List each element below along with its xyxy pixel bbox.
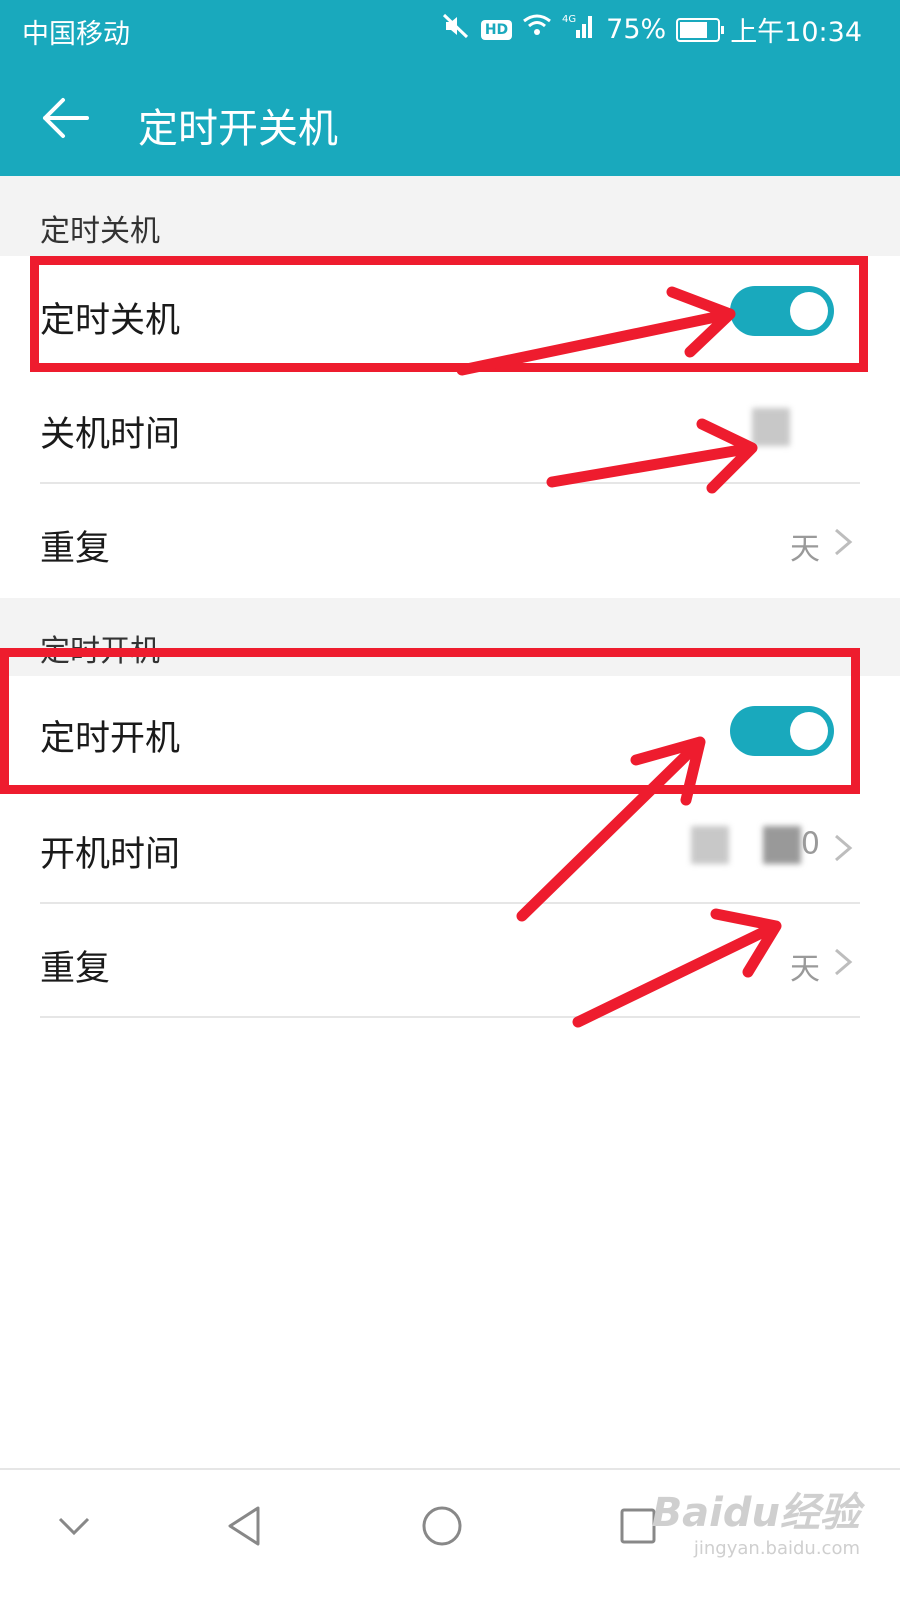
chevron-right-icon — [835, 948, 853, 976]
carrier-name: 中国移动 — [22, 19, 130, 50]
startup-time-row[interactable]: 开机时间 0 — [0, 790, 900, 904]
signal-icon: 4G — [562, 12, 596, 47]
section-header-shutdown: 定时关机 — [0, 176, 900, 256]
shutdown-repeat-row[interactable]: 重复 天 — [0, 484, 900, 598]
battery-fill — [680, 21, 708, 38]
shutdown-repeat-label: 重复 — [40, 529, 111, 569]
annotation-highlight-shutdown — [30, 256, 868, 372]
wifi-icon — [522, 13, 552, 46]
blurred-value — [752, 408, 790, 446]
status-bar: 中国移动 HD 4G 75% 上午10:34 — [0, 0, 900, 60]
nav-home-button[interactable] — [412, 1496, 472, 1556]
mute-icon — [441, 11, 471, 48]
watermark-main: Baidu经验 — [651, 1490, 860, 1536]
shutdown-time-row[interactable]: 关机时间 — [0, 370, 900, 484]
chevron-right-icon — [835, 528, 853, 556]
startup-time-value: 0 — [667, 826, 820, 864]
shutdown-time-label: 关机时间 — [40, 415, 181, 455]
arrow-left-icon — [43, 98, 89, 138]
chevron-right-icon — [835, 834, 853, 862]
home-circle-icon — [422, 1506, 462, 1546]
back-triangle-icon — [228, 1506, 260, 1546]
battery-percent: 75% — [606, 14, 667, 45]
startup-time-tail: 0 — [800, 826, 820, 862]
battery-icon — [676, 17, 725, 42]
startup-repeat-row[interactable]: 重复 天 — [0, 904, 900, 1018]
blurred-value — [762, 826, 801, 864]
startup-repeat-value: 天 — [790, 952, 820, 987]
section-header-label: 定时关机 — [40, 214, 160, 249]
nav-back-button[interactable] — [214, 1496, 274, 1556]
chevron-down-icon — [58, 1517, 90, 1536]
system-nav-bar: Baidu经验 jingyan.baidu.com — [0, 1468, 900, 1602]
row-divider — [40, 1016, 860, 1018]
annotation-highlight-startup — [0, 648, 860, 794]
startup-repeat-label: 重复 — [40, 949, 111, 989]
hide-nav-button[interactable] — [44, 1496, 104, 1556]
page-title: 定时开关机 — [138, 106, 338, 152]
svg-text:4G: 4G — [562, 14, 576, 25]
clock: 上午10:34 — [730, 17, 862, 48]
status-icons: HD 4G 75% 上午10:34 — [441, 10, 862, 49]
startup-time-label: 开机时间 — [40, 835, 181, 875]
top-bar: 中国移动 HD 4G 75% 上午10:34 定时开关机 — [0, 0, 900, 176]
shutdown-repeat-value: 天 — [790, 532, 820, 567]
hd-icon: HD — [480, 19, 513, 40]
watermark-sub: jingyan.baidu.com — [693, 1538, 860, 1559]
blurred-value — [691, 826, 730, 864]
baidu-watermark: Baidu经验 jingyan.baidu.com — [652, 1480, 860, 1559]
shutdown-time-value — [728, 408, 790, 446]
app-bar: 定时开关机 — [0, 60, 900, 176]
back-button[interactable] — [36, 88, 96, 148]
